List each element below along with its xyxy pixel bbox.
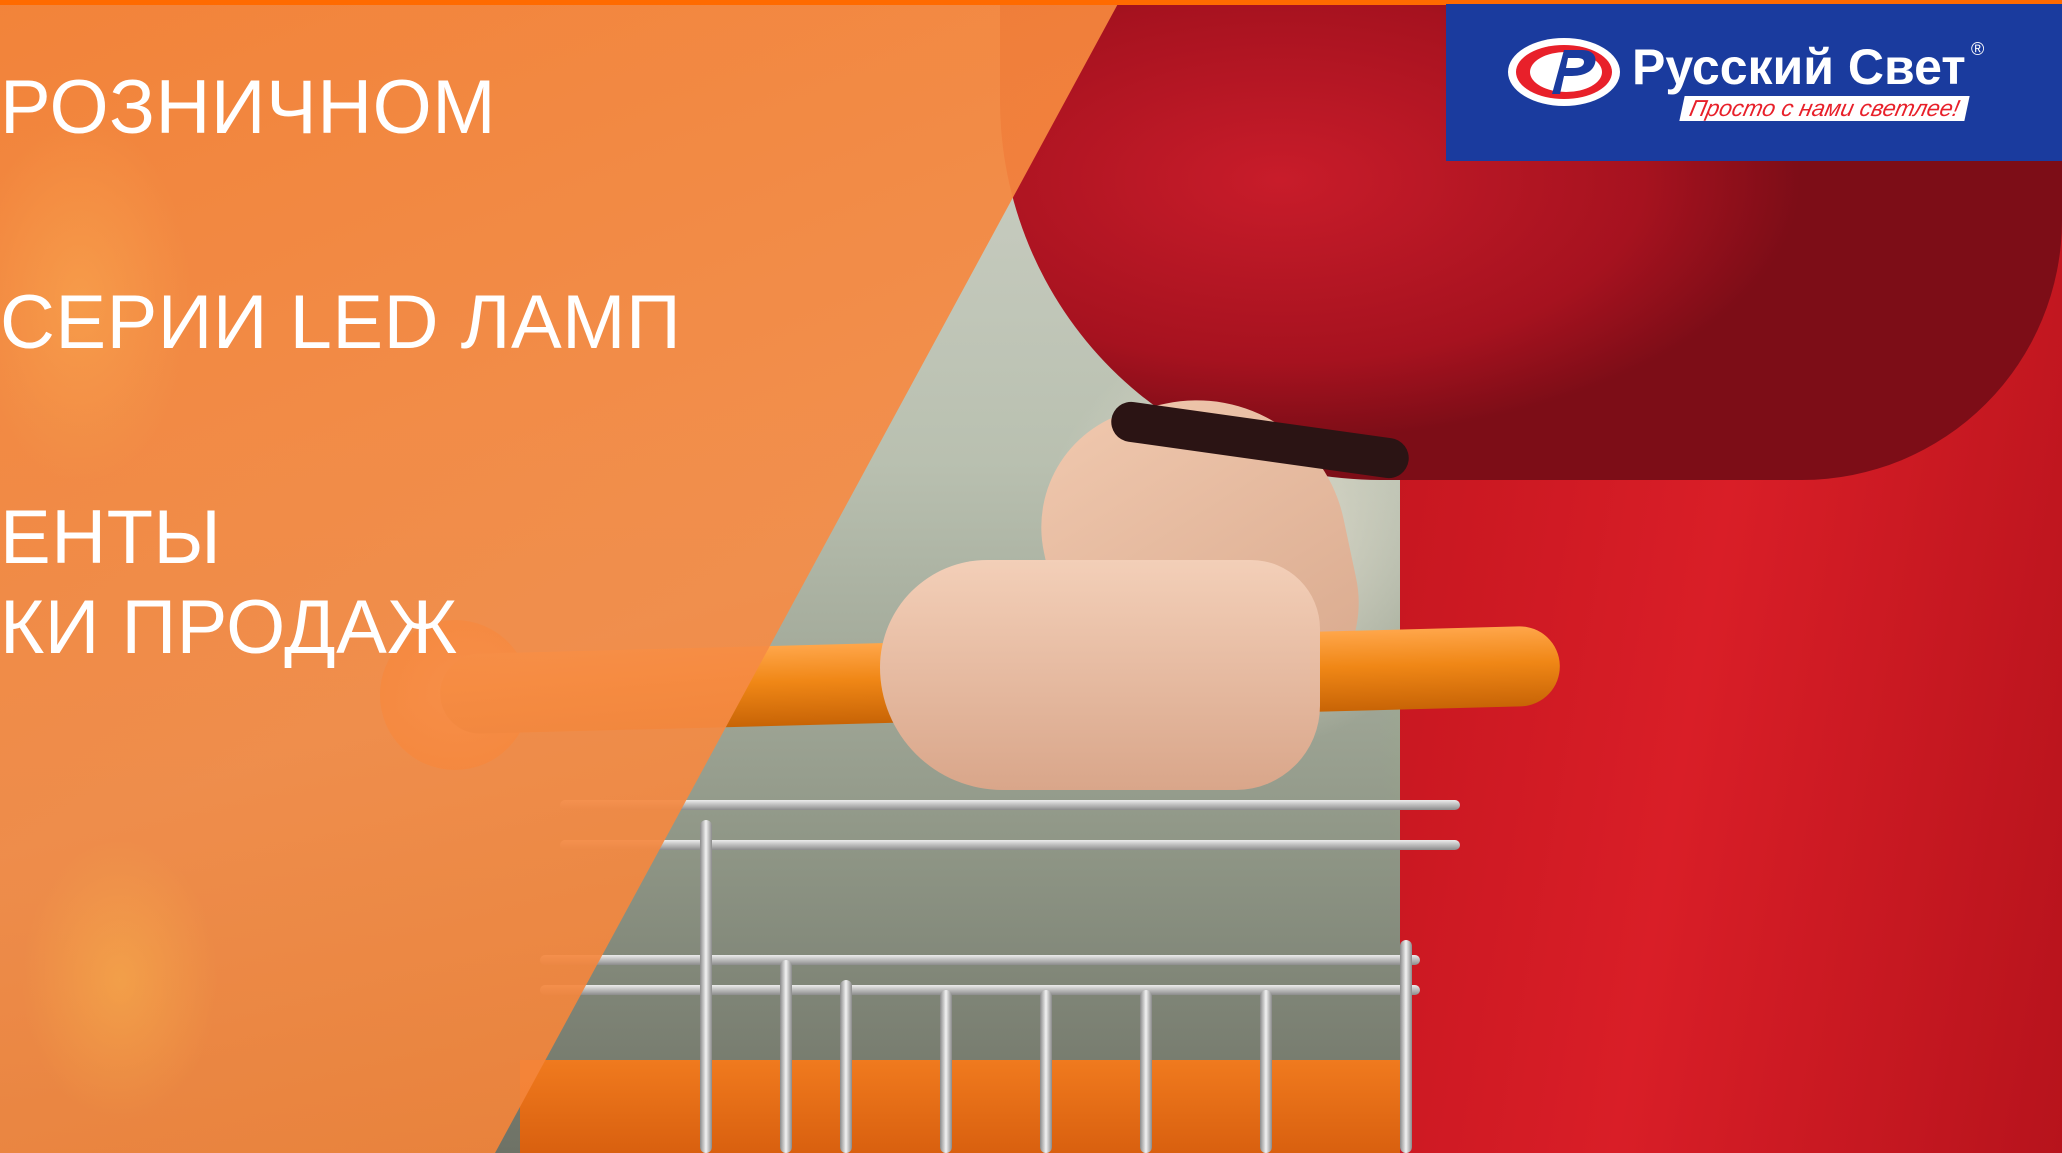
cart-rail: [560, 800, 1460, 810]
cart-rail: [540, 985, 1420, 995]
cart-bar: [1260, 990, 1272, 1153]
cart-bar: [780, 960, 792, 1153]
brand-logo: Русский Свет ® Просто с нами светлее!: [1446, 4, 2062, 161]
cart-bar: [840, 980, 852, 1153]
cart-bar: [1040, 990, 1052, 1153]
cart-bar: [1400, 940, 1412, 1153]
headline-line-4: КИ ПРОДАЖ: [0, 585, 458, 670]
headline-line-3: ЕНТЫ: [0, 495, 222, 580]
headline-line-1: РОЗНИЧНОМ: [0, 65, 497, 150]
headline-line-2: СЕРИИ LED ЛАМП: [0, 280, 682, 365]
registered-mark: ®: [1971, 39, 1985, 59]
rs-logo-icon: [1508, 38, 1620, 106]
cart-basket: [520, 1060, 1420, 1153]
cart-bar: [700, 820, 712, 1153]
shopper-hand: [880, 560, 1320, 790]
presentation-slide: РОЗНИЧНОМ СЕРИИ LED ЛАМП ЕНТЫ КИ ПРОДАЖ …: [0, 0, 2062, 1153]
logo-brand-name: Русский Свет: [1632, 39, 1966, 95]
cart-rail: [540, 955, 1420, 965]
cart-bar: [940, 990, 952, 1153]
cart-rail: [560, 840, 1460, 850]
cart-bar: [1140, 990, 1152, 1153]
logo-slogan: Просто с нами светлее!: [1679, 95, 1970, 121]
